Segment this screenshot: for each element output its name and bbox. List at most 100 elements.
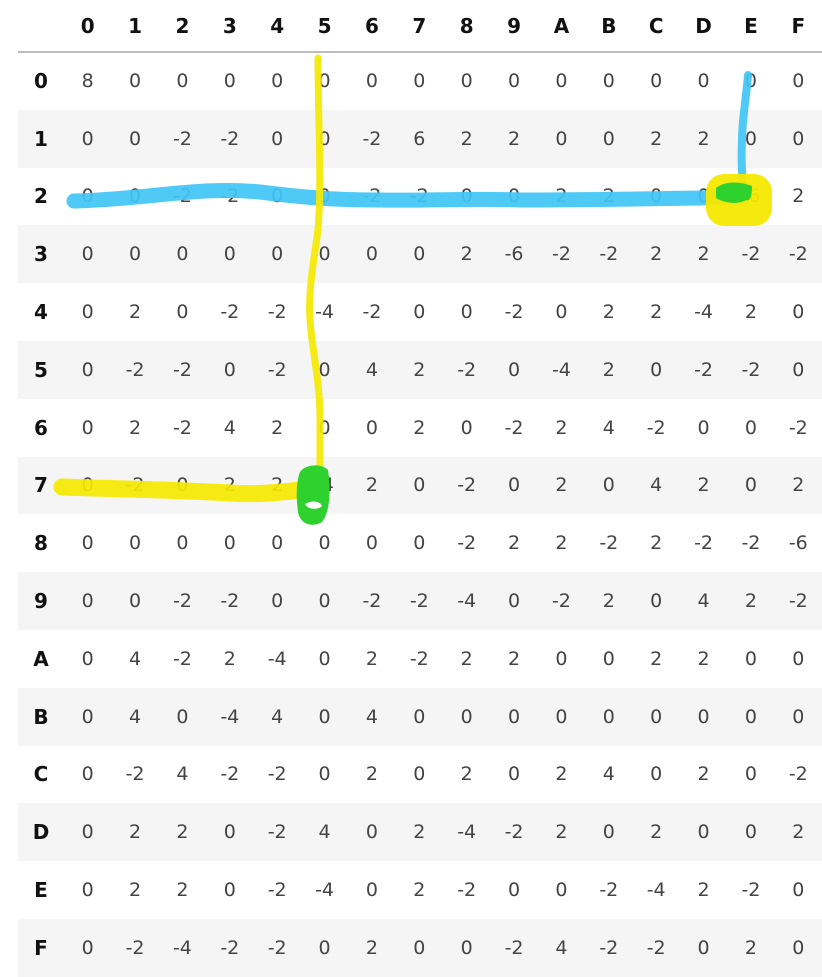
row-header: A	[33, 646, 49, 671]
table-cell: -2	[172, 358, 192, 381]
table-cell: 2	[650, 301, 663, 324]
row-header: 6	[34, 415, 48, 440]
table-cell: 2	[792, 185, 805, 208]
table-cell: 0	[555, 70, 568, 93]
table-cell: 2	[744, 936, 757, 959]
table-row: 8 0 0 0 0 0 0 0 0 -2 2 2 -2 2 -2 -2 -6	[18, 514, 822, 572]
table-cell: 0	[81, 416, 94, 439]
table-cell: -2	[172, 127, 192, 150]
table-row: 5 0 -2 -2 0 -2 0 4 2 -2 0 -4 2 0 -2 -2 0	[18, 340, 822, 399]
table-cell: -4	[220, 705, 240, 728]
table-cell: 2	[460, 127, 473, 150]
row-header: F	[34, 935, 48, 960]
table-cell: 0	[318, 243, 331, 266]
table-cell: 0	[365, 416, 378, 439]
table-cell: 0	[129, 127, 142, 150]
table-cell: -2	[646, 416, 666, 439]
table-cell: 0	[413, 763, 426, 786]
table-cell: 4	[223, 416, 236, 439]
table-cell: 0	[129, 70, 142, 93]
table-cell: 4	[129, 705, 142, 728]
table-row: B 0 4 0 -4 4 0 4 0 0 0 0 0 0 0 0 0	[18, 687, 822, 746]
table-cell: -2	[551, 243, 571, 266]
table-row: D 0 2 2 0 -2 4 0 2 -4 -2 2 0 2 0 0 2	[18, 803, 822, 862]
table-cell: 0	[460, 705, 473, 728]
table-cell: 0	[413, 532, 426, 555]
corner-cell	[18, 0, 64, 53]
table-cell: -4	[172, 936, 192, 959]
table-cell: -2	[599, 879, 619, 902]
table-cell: -2	[741, 879, 761, 902]
column-header: D	[679, 0, 728, 53]
table-cell: -2	[220, 936, 240, 959]
table-cell: 4	[555, 936, 568, 959]
row-header: D	[32, 820, 50, 845]
table-cell: 0	[602, 821, 615, 844]
table-cell: 0	[223, 532, 236, 555]
table-cell: 2	[365, 763, 378, 786]
table-cell: 2	[508, 647, 521, 670]
table-cell: 0	[697, 705, 710, 728]
table-cell: 0	[365, 879, 378, 902]
table-cell: 0	[650, 705, 663, 728]
table-cell: -4	[457, 821, 477, 844]
table-cell: 0	[318, 185, 331, 208]
table-cell: 2	[413, 879, 426, 902]
table-cell: 0	[792, 705, 805, 728]
table-cell: 8	[81, 70, 94, 93]
table-cell: 0	[271, 532, 284, 555]
table-cell: -2	[504, 301, 524, 324]
row-header: 7	[34, 473, 48, 498]
table-cell: 0	[318, 358, 331, 381]
table-cell: 0	[744, 70, 757, 93]
table-cell: 0	[508, 358, 521, 381]
table-cell: 0	[650, 185, 663, 208]
table-cell: 2	[555, 821, 568, 844]
table-row: F 0 -2 -4 -2 -2 0 2 0 0 -2 4 -2 -2 0 2 0	[18, 918, 822, 977]
table-cell: -2	[267, 879, 287, 902]
table-cell: 4	[271, 705, 284, 728]
table-cell: 0	[81, 358, 94, 381]
table-cell: -2	[741, 243, 761, 266]
table-cell: 2	[602, 590, 615, 613]
table-cell: 0	[223, 358, 236, 381]
table-cell: -2	[267, 763, 287, 786]
table-cell: 0	[744, 763, 757, 786]
table-cell: 0	[176, 301, 189, 324]
table-cell: -2	[125, 358, 145, 381]
table-cell: 2	[129, 416, 142, 439]
table-cell: -2	[362, 590, 382, 613]
table-cell: 0	[508, 879, 521, 902]
table-cell: 0	[602, 705, 615, 728]
table-cell: -2	[741, 532, 761, 555]
table-cell: -2	[220, 590, 240, 613]
table-cell: 0	[697, 185, 710, 208]
table-cell: 2	[176, 879, 189, 902]
table-cell: 0	[792, 127, 805, 150]
table-cell: 0	[650, 70, 663, 93]
table-cell: 0	[176, 70, 189, 93]
table-cell: 0	[223, 70, 236, 93]
column-header: 7	[395, 0, 443, 53]
table-cell: 0	[460, 301, 473, 324]
table-cell: -6	[788, 532, 808, 555]
table-body: 0 8 0 0 0 0 0 0 0 0 0 0 0 0 0 0 0 1 0 0 -2 -2 0 0 -2 6 2 2 0 0 2 2 0 0 2 0 0…	[18, 52, 822, 977]
table-cell: 0	[271, 243, 284, 266]
lat-table: 0123456789ABCDEF 0 8 0 0 0 0 0 0 0 0 0 0 0 0 0 0 0 1 0 0 -2-…	[18, 0, 822, 977]
table-cell: 0	[318, 936, 331, 959]
table-cell: 0	[460, 185, 473, 208]
table-cell: -6	[504, 243, 524, 266]
table-cell: 4	[318, 821, 331, 844]
table-cell: 0	[271, 127, 284, 150]
row-header: 1	[34, 126, 48, 151]
table-cell: 0	[81, 185, 94, 208]
table-cell: 2	[697, 647, 710, 670]
table-cell: 0	[223, 821, 236, 844]
table-cell: 0	[792, 647, 805, 670]
table-cell: 0	[365, 532, 378, 555]
table-row: 2 0 0 -2 -2 0 0 -2 -2 0 0 2 2 0 0 -6 2	[18, 168, 822, 226]
table-cell: 2	[555, 474, 568, 497]
column-header: E	[727, 0, 775, 53]
table-cell: 0	[744, 416, 757, 439]
table-cell: 0	[744, 647, 757, 670]
